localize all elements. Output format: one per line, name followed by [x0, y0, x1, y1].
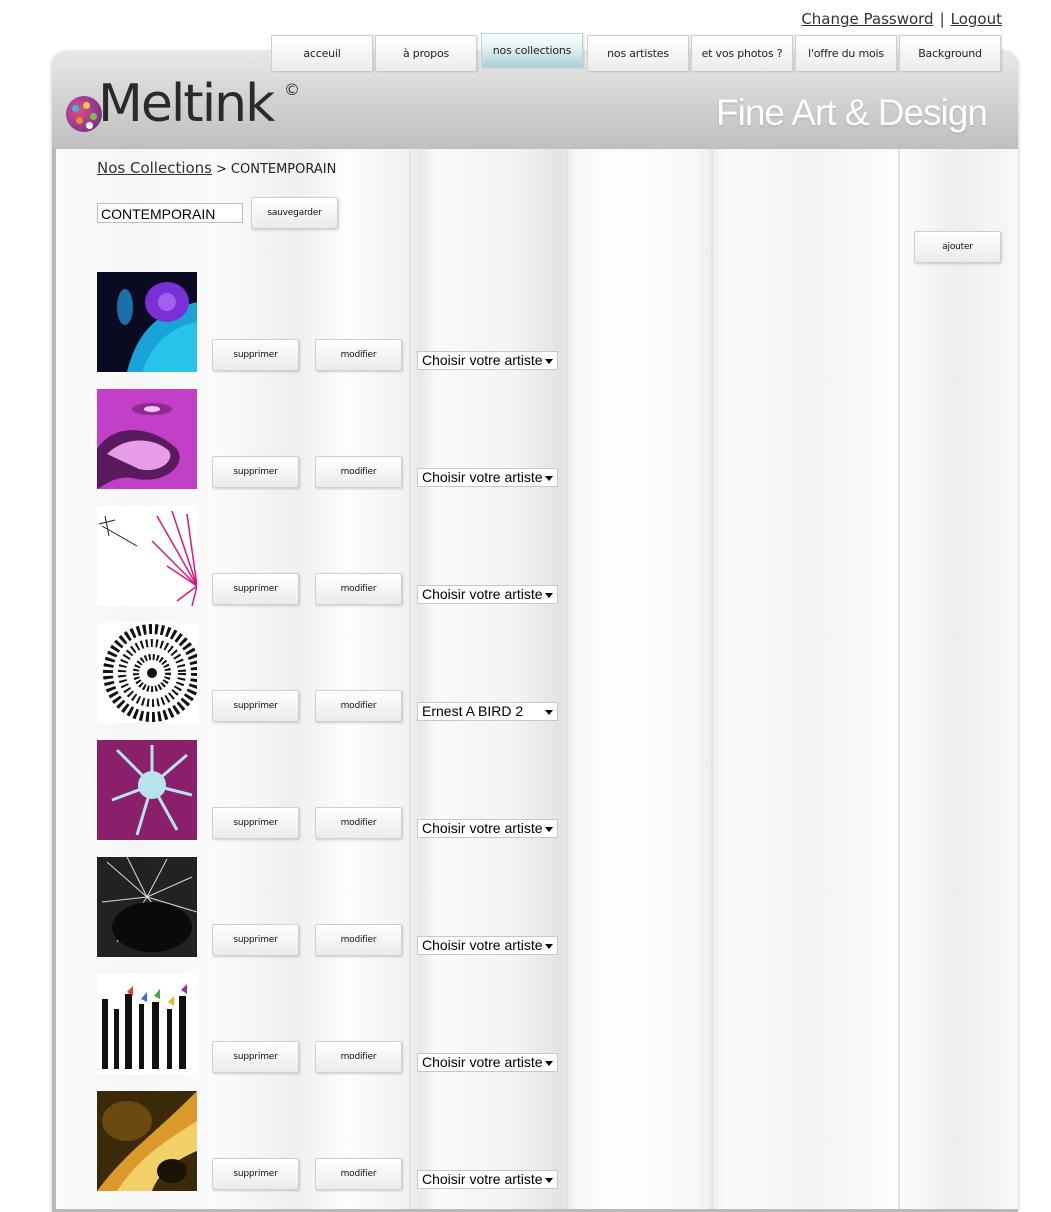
delete-button[interactable]: supprimer [212, 339, 299, 371]
breadcrumb-separator: > [216, 162, 227, 177]
artwork-thumbnail[interactable] [97, 857, 197, 957]
artwork-thumbnail[interactable] [97, 974, 197, 1074]
dropdown-arrow-icon [545, 710, 553, 715]
dropdown-arrow-icon [545, 593, 553, 598]
delete-button[interactable]: supprimer [212, 573, 299, 605]
tagline: Fine Art & Design [716, 92, 988, 133]
tab-nos-artistes[interactable]: nos artistes [587, 35, 689, 71]
artist-select-value: Choisir votre artiste [422, 820, 543, 836]
artwork-thumbnail[interactable] [97, 740, 197, 840]
artist-select[interactable]: Choisir votre artiste [417, 351, 558, 370]
delete-button[interactable]: supprimer [212, 807, 299, 839]
dropdown-arrow-icon [545, 944, 553, 949]
tab-et-vos-photos[interactable]: et vos photos ? [691, 35, 793, 71]
artist-select-value: Choisir votre artiste [422, 937, 543, 953]
artwork-thumbnail[interactable] [97, 389, 197, 489]
breadcrumb-current: CONTEMPORAIN [230, 162, 337, 177]
edit-button[interactable]: modifier [315, 924, 402, 956]
change-password-link[interactable]: Change Password [801, 10, 933, 28]
delete-button[interactable]: supprimer [212, 456, 299, 488]
tab-acceuil[interactable]: acceuil [271, 35, 373, 71]
dropdown-arrow-icon [545, 359, 553, 364]
dropdown-arrow-icon [545, 827, 553, 832]
edit-button[interactable]: modifier [315, 339, 402, 371]
logout-link[interactable]: Logout [951, 10, 1002, 28]
artist-select[interactable]: Choisir votre artiste [417, 1170, 558, 1189]
artist-select[interactable]: Choisir votre artiste [417, 1053, 558, 1072]
add-button[interactable]: ajouter [914, 231, 1001, 263]
artist-select-value: Choisir votre artiste [422, 1171, 543, 1187]
dropdown-arrow-icon [545, 1178, 553, 1183]
dropdown-arrow-icon [545, 1061, 553, 1066]
tab-a-propos[interactable]: à propos [375, 35, 477, 71]
tab-background[interactable]: Background [899, 35, 1001, 71]
breadcrumb-nos-collections[interactable]: Nos Collections [97, 159, 212, 177]
artist-select-value: Choisir votre artiste [422, 586, 543, 602]
collection-name-input[interactable]: CONTEMPORAIN [97, 203, 243, 223]
account-separator: | [939, 10, 945, 28]
edit-button[interactable]: modifier [315, 807, 402, 839]
artwork-thumbnail[interactable] [97, 272, 197, 372]
edit-button[interactable]: modifier [315, 573, 402, 605]
edit-button[interactable]: modifier [315, 1041, 402, 1073]
save-button[interactable]: sauvegarder [251, 197, 338, 229]
artist-select[interactable]: Choisir votre artiste [417, 819, 558, 838]
copyright-mark: © [284, 80, 300, 99]
ladybug-icon [66, 96, 102, 132]
artist-select[interactable]: Choisir votre artiste [417, 468, 558, 487]
edit-button[interactable]: modifier [315, 1158, 402, 1190]
logo-wordmark: Meltink [98, 74, 275, 134]
edit-button[interactable]: modifier [315, 456, 402, 488]
delete-button[interactable]: supprimer [212, 1158, 299, 1190]
artwork-thumbnail[interactable] [97, 623, 197, 723]
artist-select[interactable]: Choisir votre artiste [417, 936, 558, 955]
account-links: Change Password | Logout [801, 10, 1002, 28]
meltink-logo[interactable]: Meltink © [64, 74, 304, 142]
artwork-thumbnail[interactable] [97, 506, 197, 606]
artwork-thumbnail[interactable] [97, 1091, 197, 1191]
content-area [56, 149, 1018, 1209]
breadcrumb: Nos Collections > CONTEMPORAIN [97, 159, 336, 177]
artist-select-value: Choisir votre artiste [422, 1054, 543, 1070]
artist-select-value: Ernest A BIRD 2 [422, 703, 524, 719]
edit-button[interactable]: modifier [315, 690, 402, 722]
artist-select-value: Choisir votre artiste [422, 469, 543, 485]
artist-select[interactable]: Ernest A BIRD 2 [417, 702, 558, 721]
delete-button[interactable]: supprimer [212, 690, 299, 722]
artist-select-value: Choisir votre artiste [422, 352, 543, 368]
tab-nos-collections[interactable]: nos collections [481, 33, 583, 67]
tab-offre-du-mois[interactable]: l'offre du mois [795, 35, 897, 71]
delete-button[interactable]: supprimer [212, 924, 299, 956]
delete-button[interactable]: supprimer [212, 1041, 299, 1073]
dropdown-arrow-icon [545, 476, 553, 481]
artist-select[interactable]: Choisir votre artiste [417, 585, 558, 604]
